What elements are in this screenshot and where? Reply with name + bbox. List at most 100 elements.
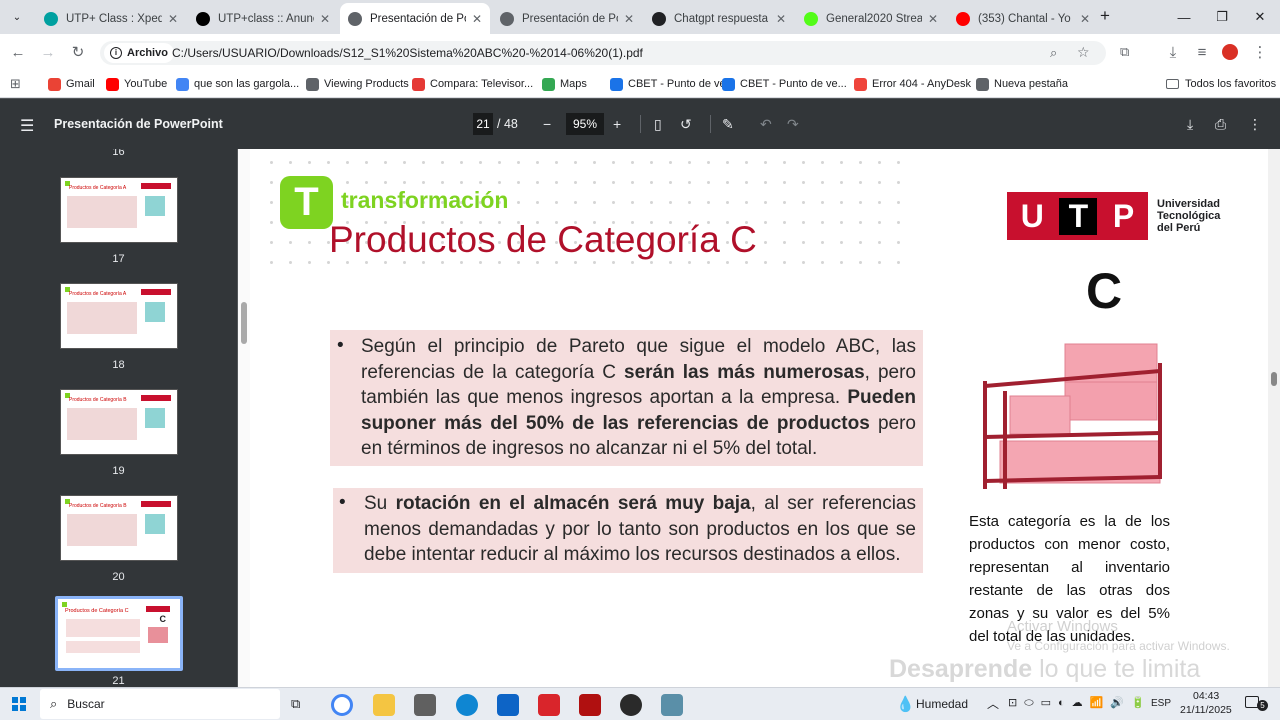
new-tab-button[interactable]: + — [1100, 6, 1110, 26]
minimize-button[interactable]: — — [1164, 0, 1204, 34]
wps-icon[interactable] — [538, 694, 560, 716]
close-tab-icon[interactable]: ✕ — [472, 12, 482, 26]
bullet-dot: • — [337, 335, 344, 356]
media-icon[interactable]: ≡ — [1192, 42, 1212, 62]
notification-badge: 5 — [1257, 700, 1268, 711]
chrome-icon[interactable] — [331, 694, 353, 716]
scroll-thumb[interactable] — [1271, 372, 1277, 386]
page-input[interactable]: 21 — [473, 113, 493, 135]
bookmark-item[interactable]: Compara: Televisor... — [412, 75, 533, 93]
thumb-box — [66, 619, 140, 637]
fit-page-icon[interactable]: ▯ — [654, 116, 662, 133]
thumb-letter: C — [159, 614, 167, 624]
sidebar-menu-icon[interactable]: ☰ — [20, 116, 34, 136]
thumb-shelf — [145, 302, 165, 322]
tab-search-button[interactable]: ⌄ — [8, 8, 26, 26]
browser-tab[interactable]: (353) Chantal - Yo ✕ — [948, 3, 1098, 34]
redo-icon[interactable]: ↷ — [787, 116, 799, 133]
taskbar-search[interactable]: ⌕ Buscar — [40, 689, 280, 719]
language-indicator[interactable]: ESP — [1151, 698, 1171, 709]
bookmark-item[interactable]: Gmail — [48, 75, 95, 93]
zoom-input[interactable]: 95% — [566, 113, 604, 135]
thumb-heading: Productos de Categoría A — [69, 185, 127, 191]
bookmark-item[interactable]: CBET - Punto de ve... — [722, 75, 847, 93]
apps-grid-icon[interactable]: ⊞ — [10, 76, 21, 92]
decor-dot — [441, 161, 444, 164]
store-icon[interactable] — [414, 694, 436, 716]
browser-tab[interactable]: General2020 Stream ✕ — [796, 3, 946, 34]
file-explorer-icon[interactable] — [373, 694, 395, 716]
extensions-icon[interactable]: ⧉ — [1120, 44, 1129, 60]
current-thumbnail[interactable]: Productos de Categoría C C — [55, 596, 183, 671]
close-tab-icon[interactable]: ✕ — [168, 12, 178, 26]
zoom-icon[interactable]: ⌕ — [1050, 45, 1057, 61]
browser-tab[interactable]: UTP+class :: Anuncio ✕ — [188, 3, 338, 34]
zoom-in-button[interactable]: + — [613, 116, 621, 132]
thumb-shelf — [145, 196, 165, 216]
browser-tab[interactable]: Presentación de Powe ✕ — [340, 3, 490, 34]
app-icon[interactable] — [661, 694, 683, 716]
decor-dot — [821, 221, 824, 224]
obs-icon[interactable] — [620, 694, 642, 716]
zoom-out-button[interactable]: − — [543, 116, 551, 132]
task-view-icon[interactable]: ⧉ — [291, 696, 300, 712]
bookmark-item[interactable]: CBET - Punto de ve... — [610, 75, 735, 93]
thumb-utp-logo — [141, 395, 171, 401]
tray-icons[interactable]: ⊡⬭▭◐☁📶🔊🔋 — [1008, 696, 1152, 710]
bookmark-item[interactable]: Nueva pestaña — [976, 75, 1068, 93]
annotate-icon[interactable]: ✎ — [722, 116, 734, 133]
browser-menu-icon[interactable]: ⋮ — [1250, 42, 1270, 62]
bookmark-label: CBET - Punto de ve... — [628, 78, 735, 90]
page-thumbnail[interactable]: Productos de Categoría A — [60, 283, 178, 349]
decor-dot — [840, 201, 843, 204]
close-window-button[interactable]: ✕ — [1240, 0, 1280, 34]
bookmark-item[interactable]: Error 404 - AnyDesk — [854, 75, 971, 93]
page-number: 21 — [112, 675, 125, 687]
close-tab-icon[interactable]: ✕ — [1080, 12, 1090, 26]
clock-time[interactable]: 04:43 — [1193, 690, 1219, 702]
page-thumbnail[interactable]: Productos de Categoría A — [60, 177, 178, 243]
bookmark-item[interactable]: que son las gargola... — [176, 75, 299, 93]
page-thumbnail[interactable]: Productos de Categoría B — [60, 495, 178, 561]
bookmark-item[interactable]: Maps — [542, 75, 587, 93]
file-chip[interactable]: i Archivo — [104, 43, 174, 63]
browser-tab[interactable]: UTP+ Class : Xpeditic ✕ — [36, 3, 186, 34]
all-bookmarks[interactable]: Todos los favoritos — [1166, 75, 1276, 93]
decor-dot — [555, 181, 558, 184]
close-tab-icon[interactable]: ✕ — [320, 12, 330, 26]
reload-button[interactable]: ↻ — [68, 42, 88, 62]
edge-icon[interactable] — [456, 694, 478, 716]
bookmark-item[interactable]: YouTube — [106, 75, 167, 93]
youtube-icon — [106, 77, 119, 91]
page-scrollbar[interactable] — [1268, 149, 1280, 687]
back-button[interactable]: ← — [8, 42, 28, 62]
page-thumbnail[interactable]: Productos de Categoría B — [60, 389, 178, 455]
print-icon[interactable]: ⎙ — [1215, 116, 1226, 133]
forward-button[interactable]: → — [38, 42, 58, 62]
download-icon[interactable]: ⤓ — [1187, 116, 1193, 133]
rotate-icon[interactable]: ↺ — [680, 116, 692, 133]
scroll-thumb[interactable] — [241, 302, 247, 344]
bookmark-star-icon[interactable]: ☆ — [1077, 44, 1090, 61]
clock-date[interactable]: 21/11/2025 — [1180, 704, 1232, 716]
app-icon[interactable] — [579, 694, 601, 716]
sidebar-scrollbar[interactable] — [238, 149, 250, 687]
download-icon[interactable]: ⤓ — [1163, 42, 1183, 62]
outlook-icon[interactable] — [497, 694, 519, 716]
bookmark-item[interactable]: Viewing Products — [306, 75, 409, 93]
close-tab-icon[interactable]: ✕ — [776, 12, 786, 26]
windows-start-icon[interactable] — [12, 697, 26, 711]
maximize-button[interactable]: ❐ — [1202, 0, 1242, 34]
browser-tab[interactable]: Chatgpt respuesta a ✕ — [644, 3, 794, 34]
close-tab-icon[interactable]: ✕ — [928, 12, 938, 26]
decor-dot — [650, 161, 653, 164]
bullet-text-1: Según el principio de Pareto que sigue e… — [361, 334, 916, 462]
close-tab-icon[interactable]: ✕ — [624, 12, 634, 26]
profile-avatar[interactable] — [1220, 42, 1240, 62]
logo-letter-p: P — [1112, 197, 1135, 234]
tray-chevron-icon[interactable]: ︿ — [987, 695, 999, 712]
bookmarks-bar: ⊞ Gmail YouTube que son las gargola... View… — [0, 70, 1280, 98]
browser-tab[interactable]: Presentación de Powe ✕ — [492, 3, 642, 34]
undo-icon[interactable]: ↶ — [760, 116, 772, 133]
more-options-icon[interactable]: ⋮ — [1248, 116, 1262, 133]
